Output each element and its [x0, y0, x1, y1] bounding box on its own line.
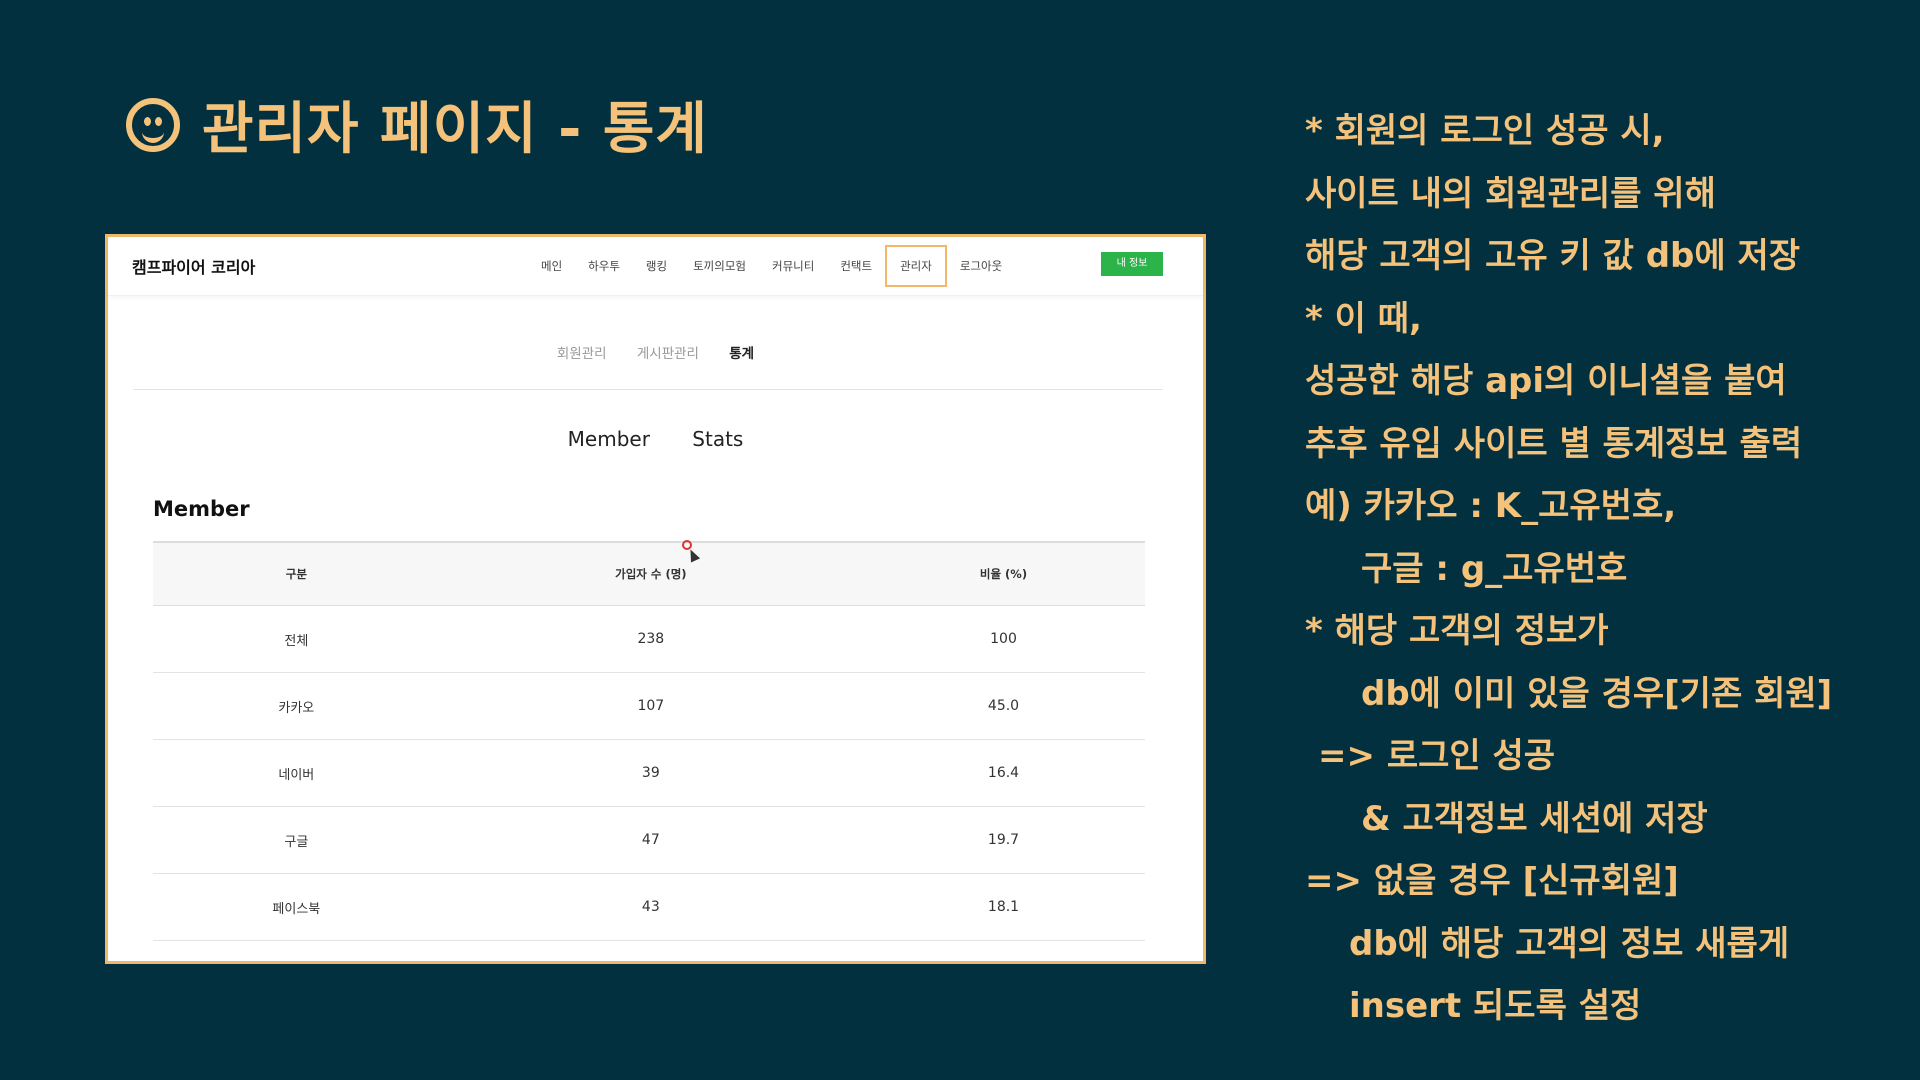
slide-title-text: 관리자 페이지 - 통계: [202, 97, 708, 162]
column-header: 비율 (%): [861, 541, 1145, 606]
subnav-stats[interactable]: 통계: [729, 346, 754, 362]
column-header: 가입자 수 (명): [439, 541, 862, 606]
note-line: 예) 카카오 : K_고유번호,: [1305, 486, 1677, 526]
table-cell: 45.0: [861, 672, 1145, 740]
note-line: insert 되도록 설정: [1349, 986, 1642, 1026]
screenshot-panel: 캠프파이어 코리아 메인 하우투 랭킹 토끼의모험 커뮤니티 컨택트 관리자 로…: [105, 234, 1206, 964]
admin-subnav: 회원관리 게시판관리 통계: [108, 342, 1203, 362]
nav-item-admin[interactable]: 관리자: [885, 245, 947, 287]
note-line: 성공한 해당 api의 이니셜을 붙여: [1305, 361, 1787, 401]
slide-title: 관리자 페이지 - 통계: [126, 84, 708, 165]
table-cell: 39: [439, 739, 862, 807]
nav-item-community[interactable]: 커뮤니티: [759, 245, 827, 287]
nav-item-adventure[interactable]: 토끼의모험: [680, 245, 759, 287]
note-line: * 해당 고객의 정보가: [1305, 611, 1609, 651]
table-cell: 18.1: [861, 873, 1145, 941]
table-cell: 구글: [153, 806, 440, 874]
table-cell: 47: [439, 806, 862, 874]
note-line: * 회원의 로그인 성공 시,: [1305, 111, 1665, 151]
table-cell: 페이스북: [153, 873, 440, 941]
table-cell: 19.7: [861, 806, 1145, 874]
table-cell: 238: [439, 605, 862, 673]
site-brand[interactable]: 캠프파이어 코리아: [132, 254, 255, 278]
table-header-row: 구분 가입자 수 (명) 비율 (%): [153, 541, 1145, 606]
site-nav: 메인 하우투 랭킹 토끼의모험 커뮤니티 컨택트 관리자 로그아웃: [528, 237, 1015, 295]
smiley-icon: [126, 97, 180, 152]
note-line: db에 해당 고객의 정보 새롭게: [1349, 923, 1790, 964]
nav-item-ranking[interactable]: 랭킹: [633, 245, 680, 287]
stat-tabs: Member Stats: [108, 427, 1203, 451]
table-row: 전체 238 100: [153, 605, 1145, 673]
table-cell: 100: [861, 605, 1145, 673]
table-row: 네이버 39 16.4: [153, 739, 1145, 807]
table-row: 카카오 107 45.0: [153, 672, 1145, 740]
table-cell: 43: [439, 873, 862, 941]
table-cell: 네이버: [153, 739, 440, 807]
divider: [133, 389, 1163, 390]
nav-item-main[interactable]: 메인: [528, 245, 575, 287]
table-cell: 107: [439, 672, 862, 740]
table-cell: 전체: [153, 605, 440, 673]
table-cell: 카카오: [153, 672, 440, 740]
my-info-button[interactable]: 내 정보: [1101, 252, 1163, 276]
table-row: 구글 47 19.7: [153, 806, 1145, 874]
nav-item-contact[interactable]: 컨택트: [827, 245, 885, 287]
note-line: 추후 유입 사이트 별 통계정보 출력: [1305, 423, 1803, 464]
site-header: 캠프파이어 코리아 메인 하우투 랭킹 토끼의모험 커뮤니티 컨택트 관리자 로…: [108, 237, 1203, 296]
member-stats-table: 구분 가입자 수 (명) 비율 (%) 전체 238 100 카카오 107 4…: [153, 541, 1145, 941]
notes-panel: * 회원의 로그인 성공 시, 사이트 내의 회원관리를 위해 해당 고객의 고…: [1305, 100, 1905, 1038]
note-line: => 없을 경우 [신규회원]: [1305, 861, 1679, 901]
note-line: db에 이미 있을 경우[기존 회원]: [1361, 673, 1833, 714]
table-row: 페이스북 43 18.1: [153, 873, 1145, 941]
subnav-board-admin[interactable]: 게시판관리: [637, 346, 699, 362]
column-header: 구분: [153, 541, 440, 606]
note-line: 해당 고객의 고유 키 값 db에 저장: [1305, 236, 1801, 276]
tab-member[interactable]: Member: [568, 427, 650, 451]
tab-stats[interactable]: Stats: [692, 427, 743, 451]
nav-item-logout[interactable]: 로그아웃: [947, 245, 1015, 287]
table-cell: 16.4: [861, 739, 1145, 807]
subnav-member-admin[interactable]: 회원관리: [557, 346, 607, 362]
note-line: * 이 때,: [1305, 298, 1422, 339]
note-line: 구글 : g_고유번호: [1361, 548, 1628, 589]
nav-item-howto[interactable]: 하우투: [575, 245, 633, 287]
note-line: 사이트 내의 회원관리를 위해: [1305, 173, 1716, 214]
note-line: => 로그인 성공: [1318, 736, 1556, 776]
note-line: & 고객정보 세션에 저장: [1361, 798, 1708, 839]
section-title: Member: [153, 497, 250, 521]
